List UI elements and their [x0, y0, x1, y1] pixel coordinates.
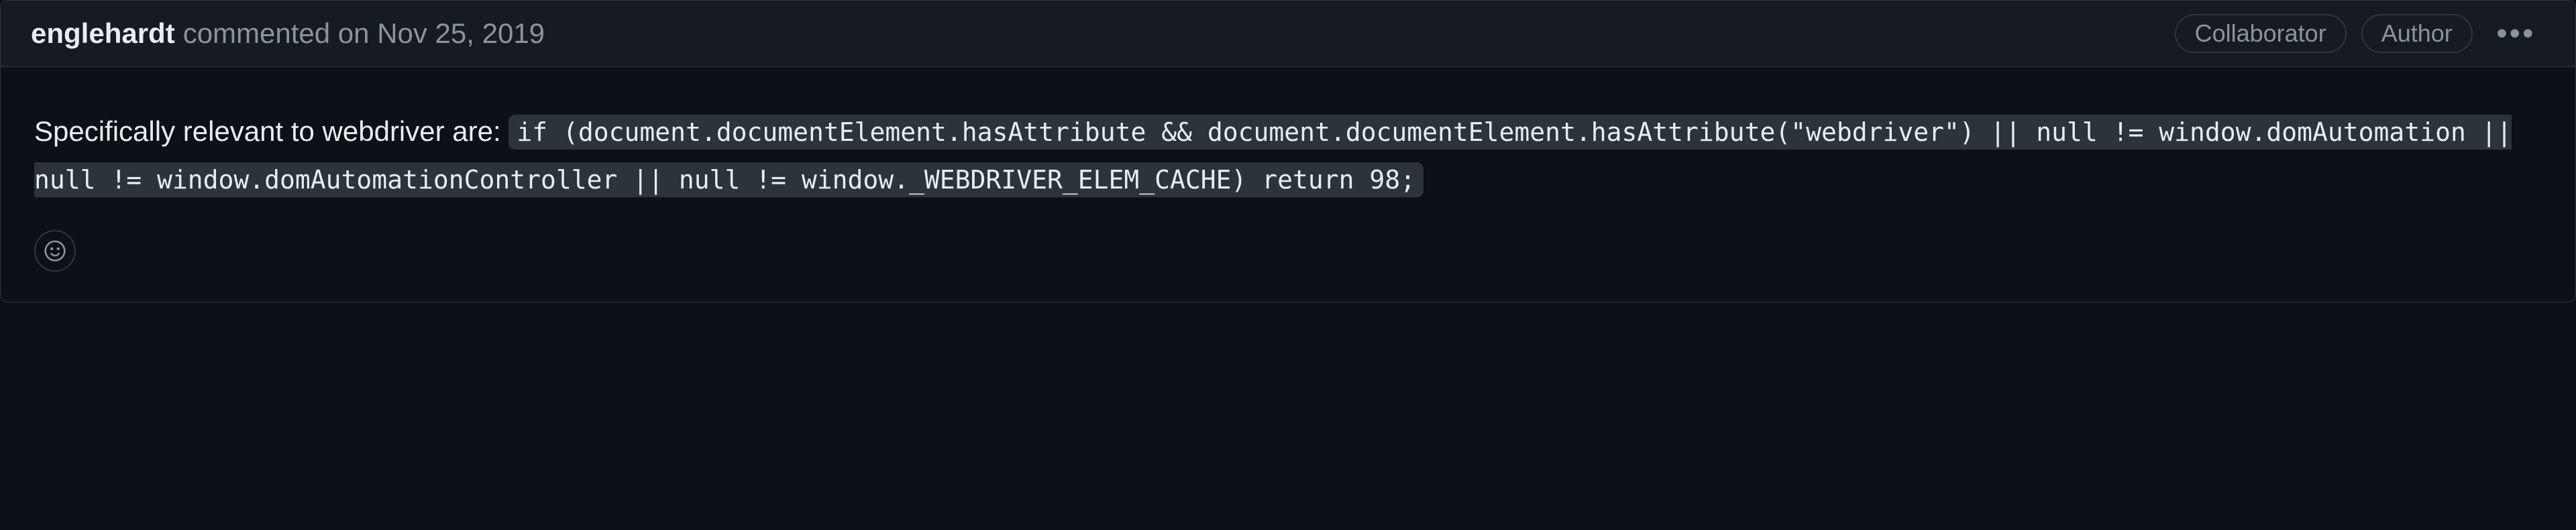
comment-container: englehardt commented on Nov 25, 2019 Col… [0, 0, 2576, 303]
reaction-row [1, 230, 2575, 302]
collaborator-badge: Collaborator [2175, 14, 2347, 53]
smiley-icon [42, 238, 68, 264]
add-reaction-button[interactable] [34, 230, 76, 272]
author-badge: Author [2361, 14, 2473, 53]
comment-timestamp[interactable]: commented on Nov 25, 2019 [183, 17, 545, 50]
comment-header-left: englehardt commented on Nov 25, 2019 [31, 17, 545, 50]
kebab-menu-icon[interactable]: ••• [2487, 19, 2545, 48]
comment-header-right: Collaborator Author ••• [2175, 14, 2545, 53]
author-link[interactable]: englehardt [31, 17, 175, 50]
comment-header: englehardt commented on Nov 25, 2019 Col… [1, 1, 2575, 67]
comment-text: Specifically relevant to webdriver are: [34, 115, 508, 147]
comment-body: Specifically relevant to webdriver are: … [1, 67, 2575, 230]
